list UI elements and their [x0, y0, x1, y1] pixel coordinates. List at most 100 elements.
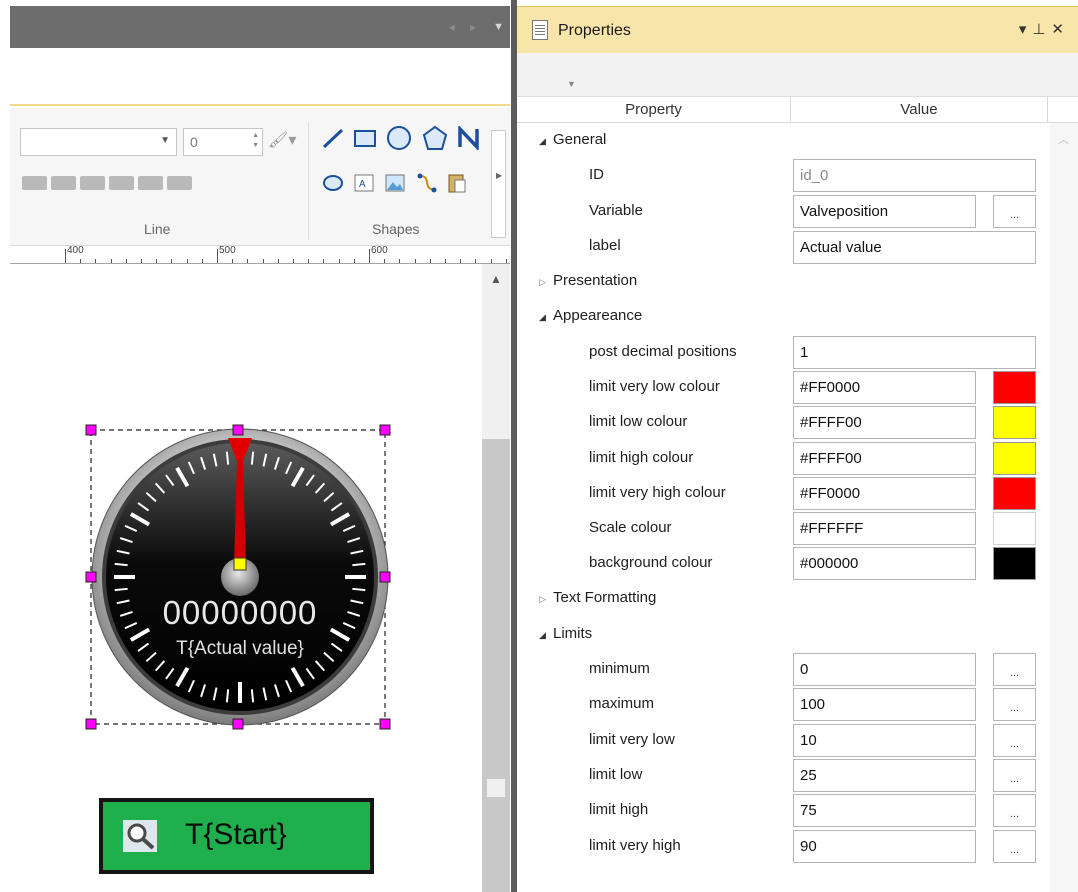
properties-window-icon	[532, 20, 548, 40]
prop-label-limit-high: limit high	[589, 801, 649, 818]
category-text-formatting[interactable]: ▷ Text Formatting	[539, 589, 656, 606]
start-button[interactable]: T{Start}	[99, 798, 374, 874]
colour-swatch-high[interactable]	[993, 442, 1036, 475]
tab-list-dropdown-icon[interactable]: ▼	[493, 21, 504, 33]
magnifier-icon	[123, 820, 157, 852]
prop-value-limit-high[interactable]: 75	[793, 794, 976, 827]
pin-icon[interactable]: ⊥	[1032, 21, 1051, 38]
colour-swatch-low[interactable]	[993, 406, 1036, 439]
shapes-group-label: Shapes	[372, 221, 420, 237]
prop-value-limit-high-colour[interactable]: #FFFF00	[793, 442, 976, 475]
resize-handle-se[interactable]	[379, 718, 391, 730]
tab-scroll-arrows-icon[interactable]: ◂ ▸	[449, 20, 482, 34]
prop-value-maximum[interactable]: 100	[793, 688, 976, 721]
line-style-combo[interactable]: ▼	[20, 128, 177, 156]
line-join-miter-icon[interactable]	[109, 176, 134, 190]
polyline-shape-icon[interactable]	[457, 126, 481, 150]
ribbon-gallery-scroll[interactable]: ▶	[491, 130, 506, 238]
category-general[interactable]: ◢ General	[539, 131, 606, 148]
prop-value-post-decimal[interactable]: 1	[793, 336, 1036, 369]
value-column-header[interactable]: Value	[791, 101, 1047, 118]
category-limits[interactable]: ◢ Limits	[539, 625, 592, 642]
polygon-shape-icon[interactable]	[422, 125, 448, 151]
property-grid-scrollbar[interactable]: ︿	[1050, 123, 1078, 892]
connector-icon[interactable]	[416, 172, 438, 194]
colour-swatch-very-low[interactable]	[993, 371, 1036, 404]
limit-low-browse-button[interactable]: ...	[993, 759, 1036, 792]
prop-value-background-colour[interactable]: #000000	[793, 547, 976, 580]
prop-value-limit-very-high-colour[interactable]: #FF0000	[793, 477, 976, 510]
prop-value-limit-low-colour[interactable]: #FFFF00	[793, 406, 976, 439]
line-join-bevel-icon[interactable]	[138, 176, 163, 190]
variable-browse-button[interactable]: ...	[993, 195, 1036, 228]
prop-value-scale-colour[interactable]: #FFFFFF	[793, 512, 976, 545]
resize-handle-w[interactable]	[85, 571, 97, 583]
ruler-tick	[171, 259, 173, 263]
prop-value-variable[interactable]: Valveposition	[793, 195, 976, 228]
close-icon[interactable]: ✕	[1051, 21, 1070, 38]
spin-arrows-icon[interactable]: ▲ ▼	[252, 131, 259, 151]
line-end-round-icon[interactable]	[51, 176, 76, 190]
limit-high-browse-button[interactable]: ...	[993, 794, 1036, 827]
clipboard-icon[interactable]	[447, 172, 467, 194]
resize-handle-s[interactable]	[232, 718, 244, 730]
category-limits-label: Limits	[553, 625, 593, 642]
text-box-icon[interactable]: A	[353, 173, 375, 193]
line-shape-icon[interactable]	[322, 127, 344, 149]
colour-swatch-scale[interactable]	[993, 512, 1036, 545]
resize-handle-nw[interactable]	[85, 424, 97, 436]
chevron-down-icon[interactable]: ▾	[1019, 21, 1033, 38]
line-end-square-icon[interactable]	[80, 176, 105, 190]
property-column-header[interactable]: Property	[517, 101, 790, 118]
prop-value-label[interactable]: Actual value	[793, 231, 1036, 264]
resize-handle-e[interactable]	[379, 571, 391, 583]
scroll-up-icon[interactable]: ▲	[490, 272, 502, 286]
line-width-spinner[interactable]: 0 ▲ ▼	[183, 128, 263, 156]
prop-value-limit-very-low-colour[interactable]: #FF0000	[793, 371, 976, 404]
colour-swatch-background[interactable]	[993, 547, 1036, 580]
design-canvas[interactable]: 00000000 T{Actual value} T{Start}	[10, 264, 482, 892]
ruler-tick	[80, 259, 82, 263]
scroll-up-icon[interactable]: ︿	[1058, 131, 1069, 147]
expanded-triangle-icon: ◢	[539, 136, 546, 146]
prop-value-limit-low[interactable]: 25	[793, 759, 976, 792]
prop-label-post-decimal: post decimal positions	[589, 343, 737, 360]
circle-shape-icon[interactable]	[386, 125, 412, 151]
prop-value-limit-very-high[interactable]: 90	[793, 830, 976, 863]
line-color-icon[interactable]: 🖌▾	[268, 130, 296, 150]
ribbon: ▼ 0 ▲ ▼ 🖌▾ Line A Shapes ▶	[10, 108, 510, 246]
prop-value-id: id_0	[793, 159, 1036, 192]
resize-handle-ne[interactable]	[379, 424, 391, 436]
column-divider	[1047, 97, 1048, 123]
start-button-label: T{Start}	[185, 818, 287, 851]
category-presentation[interactable]: ▷ Presentation	[539, 272, 637, 289]
prop-label-scale-colour: Scale colour	[589, 519, 672, 536]
rectangle-shape-icon[interactable]	[353, 127, 377, 149]
category-appearance[interactable]: ◢ Appeareance	[539, 307, 642, 324]
resize-handle-n[interactable]	[232, 424, 244, 436]
ruler-tick	[445, 259, 446, 263]
ruler-tick	[247, 259, 249, 263]
colour-swatch-very-high[interactable]	[993, 477, 1036, 510]
line-group-label: Line	[144, 221, 171, 237]
ruler-tick	[490, 259, 492, 263]
line-join-round-icon[interactable]	[167, 176, 192, 190]
ruler-label: 500	[219, 245, 236, 256]
ruler-tick	[201, 259, 203, 263]
window-controls: ▾⊥✕	[1019, 20, 1070, 38]
prop-label-limit-low: limit low	[589, 766, 643, 783]
limit-very-low-browse-button[interactable]: ...	[993, 724, 1036, 757]
scrollbar-thumb[interactable]	[482, 439, 510, 892]
maximum-browse-button[interactable]: ...	[993, 688, 1036, 721]
canvas-vertical-scrollbar[interactable]: ▲	[482, 264, 510, 892]
prop-value-minimum[interactable]: 0	[793, 653, 976, 686]
prop-value-limit-very-low[interactable]: 10	[793, 724, 976, 757]
prop-label-label: label	[589, 237, 621, 254]
minimum-browse-button[interactable]: ...	[993, 653, 1036, 686]
toolbar-dropdown-icon[interactable]: ▼	[567, 79, 576, 89]
limit-very-high-browse-button[interactable]: ...	[993, 830, 1036, 863]
ellipse-shape-icon[interactable]	[322, 174, 344, 192]
resize-handle-sw[interactable]	[85, 718, 97, 730]
image-icon[interactable]	[384, 173, 406, 193]
line-end-flat-icon[interactable]	[22, 176, 47, 190]
